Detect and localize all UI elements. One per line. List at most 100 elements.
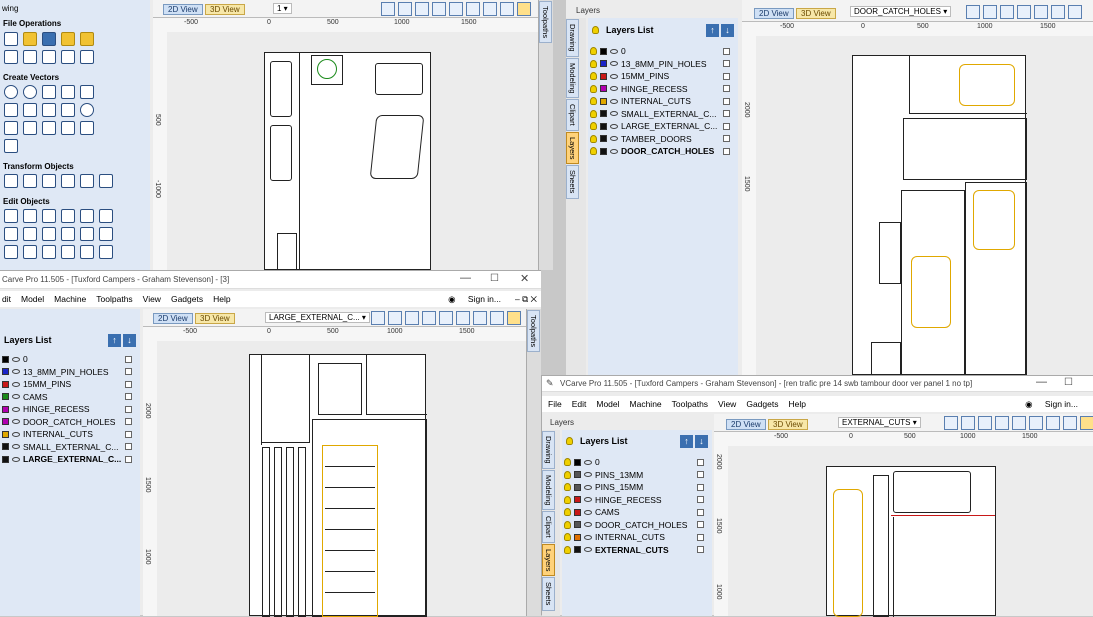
visible-icon[interactable] [564,495,571,504]
layer-row[interactable]: PINS_13MM [564,469,708,482]
extend-icon[interactable] [80,209,94,223]
layer-row[interactable]: HINGE_RECESS [564,494,708,507]
menu-machine[interactable]: Machine [54,294,86,304]
array-icon[interactable] [99,245,113,259]
visible-icon[interactable] [564,520,571,529]
autospace-text-icon[interactable] [80,121,94,135]
check-icon[interactable] [23,245,37,259]
menu-view[interactable]: View [143,294,161,304]
grid-icon[interactable] [415,2,429,16]
zoom-fit-icon[interactable] [1046,416,1060,430]
wave-icon[interactable] [61,103,75,117]
zoom-region-icon[interactable] [500,2,514,16]
layer-row[interactable]: CAMS [2,391,136,404]
tab-toolpaths[interactable]: Toolpaths [527,310,540,353]
ruler-icon[interactable] [398,2,412,16]
br-tab-2d-view[interactable]: 2D View [726,419,766,430]
bl-window-controls[interactable]: – ⧉ ✕ [515,294,537,305]
snap-icon[interactable] [517,2,531,16]
tab-modeling[interactable]: Modeling [566,57,579,98]
menu-model[interactable]: Model [21,294,44,304]
visible-icon[interactable] [590,59,597,68]
layer-checkbox[interactable] [697,521,704,529]
visible-icon[interactable] [564,533,571,542]
layer-checkbox[interactable] [723,135,730,143]
new-file-icon[interactable] [4,32,18,46]
tab-layers[interactable]: Layers [542,543,555,577]
zoom-in-icon[interactable] [1034,5,1048,19]
arc-icon[interactable] [42,103,56,117]
layer-checkbox[interactable] [723,85,730,93]
visible-icon[interactable] [590,72,597,81]
rotate-icon[interactable] [42,174,56,188]
bl-canvas[interactable] [157,341,526,617]
layer-row[interactable]: SMALL_EXTERNAL_C... [590,108,734,121]
tab-clipart[interactable]: Clipart [566,98,579,131]
offset-icon[interactable] [80,227,94,241]
menu-view[interactable]: View [718,399,736,409]
snap-icon[interactable] [1080,416,1093,430]
layer-row[interactable]: DOOR_CATCH_HOLES [2,416,136,429]
folder-icon[interactable] [80,32,94,46]
visible-icon[interactable] [564,508,571,517]
menu-gadgets[interactable]: Gadgets [171,294,203,304]
distort-icon[interactable] [61,245,75,259]
text-on-curve-icon[interactable] [23,121,37,135]
layer-color-swatch[interactable] [574,546,581,554]
layer-color-swatch[interactable] [2,368,9,376]
weld-icon[interactable] [99,227,113,241]
layer-row[interactable]: TAMBER_DOORS [590,133,734,146]
layer-row[interactable]: INTERNAL_CUTS [564,531,708,544]
layer-checkbox[interactable] [723,47,730,55]
tl-canvas[interactable] [167,32,538,271]
layer-color-swatch[interactable] [2,355,9,363]
layer-checkbox[interactable] [697,496,704,504]
ruler-icon[interactable] [961,416,975,430]
layer-color-swatch[interactable] [600,97,607,105]
circle-icon[interactable] [4,85,18,99]
menu-edit[interactable]: Edit [572,399,587,409]
tr-canvas[interactable] [756,36,1093,376]
maximize-icon[interactable]: ☐ [1064,377,1073,388]
tr-tab-3d-view[interactable]: 3D View [796,8,836,19]
layer-row[interactable]: 0 [590,45,734,58]
menu-toolpaths[interactable]: Toolpaths [672,399,708,409]
join-icon[interactable] [42,227,56,241]
layer-checkbox[interactable] [697,546,704,554]
layer-row[interactable]: 15MM_PINS [590,70,734,83]
zoom-fit-icon[interactable] [483,2,497,16]
br-tab-3d-view[interactable]: 3D View [768,419,808,430]
redo-icon[interactable] [80,50,94,64]
fillet-icon[interactable] [99,209,113,223]
tab-sheets[interactable]: Sheets [542,577,555,611]
visible-icon[interactable] [590,109,597,118]
layer-color-swatch[interactable] [574,471,581,479]
layer-color-swatch[interactable] [574,458,581,466]
layer-color-swatch[interactable] [574,483,581,491]
chevron-left-icon[interactable] [4,245,18,259]
pan-icon[interactable] [995,416,1009,430]
view-toggle-icon[interactable] [944,416,958,430]
tab-layers[interactable]: Layers [566,131,579,165]
layer-row-active[interactable]: DOOR_CATCH_HOLES [590,145,734,158]
tl-tab-3d-view[interactable]: 3D View [205,4,245,15]
polygon-icon[interactable] [61,85,75,99]
layer-color-swatch[interactable] [600,110,607,118]
pan-icon[interactable] [432,2,446,16]
layer-checkbox[interactable] [697,483,704,491]
arrows-icon[interactable] [42,245,56,259]
tl-layer-select[interactable]: 1 ▾ [273,3,292,14]
layer-color-swatch[interactable] [600,47,607,55]
star-icon[interactable] [80,85,94,99]
tr-layer-select[interactable]: DOOR_CATCH_HOLES ▾ [850,6,952,17]
bl-tab-3d-view[interactable]: 3D View [195,313,235,324]
visible-icon[interactable] [564,458,571,467]
layer-color-swatch[interactable] [600,135,607,143]
visible-icon[interactable] [590,147,597,156]
zoom-out-icon[interactable] [456,311,470,325]
layer-color-swatch[interactable] [2,443,9,451]
zoom-out-icon[interactable] [1051,5,1065,19]
bl-tab-2d-view[interactable]: 2D View [153,313,193,324]
layer-row[interactable]: DOOR_CATCH_HOLES [564,519,708,532]
layer-color-swatch[interactable] [2,380,9,388]
